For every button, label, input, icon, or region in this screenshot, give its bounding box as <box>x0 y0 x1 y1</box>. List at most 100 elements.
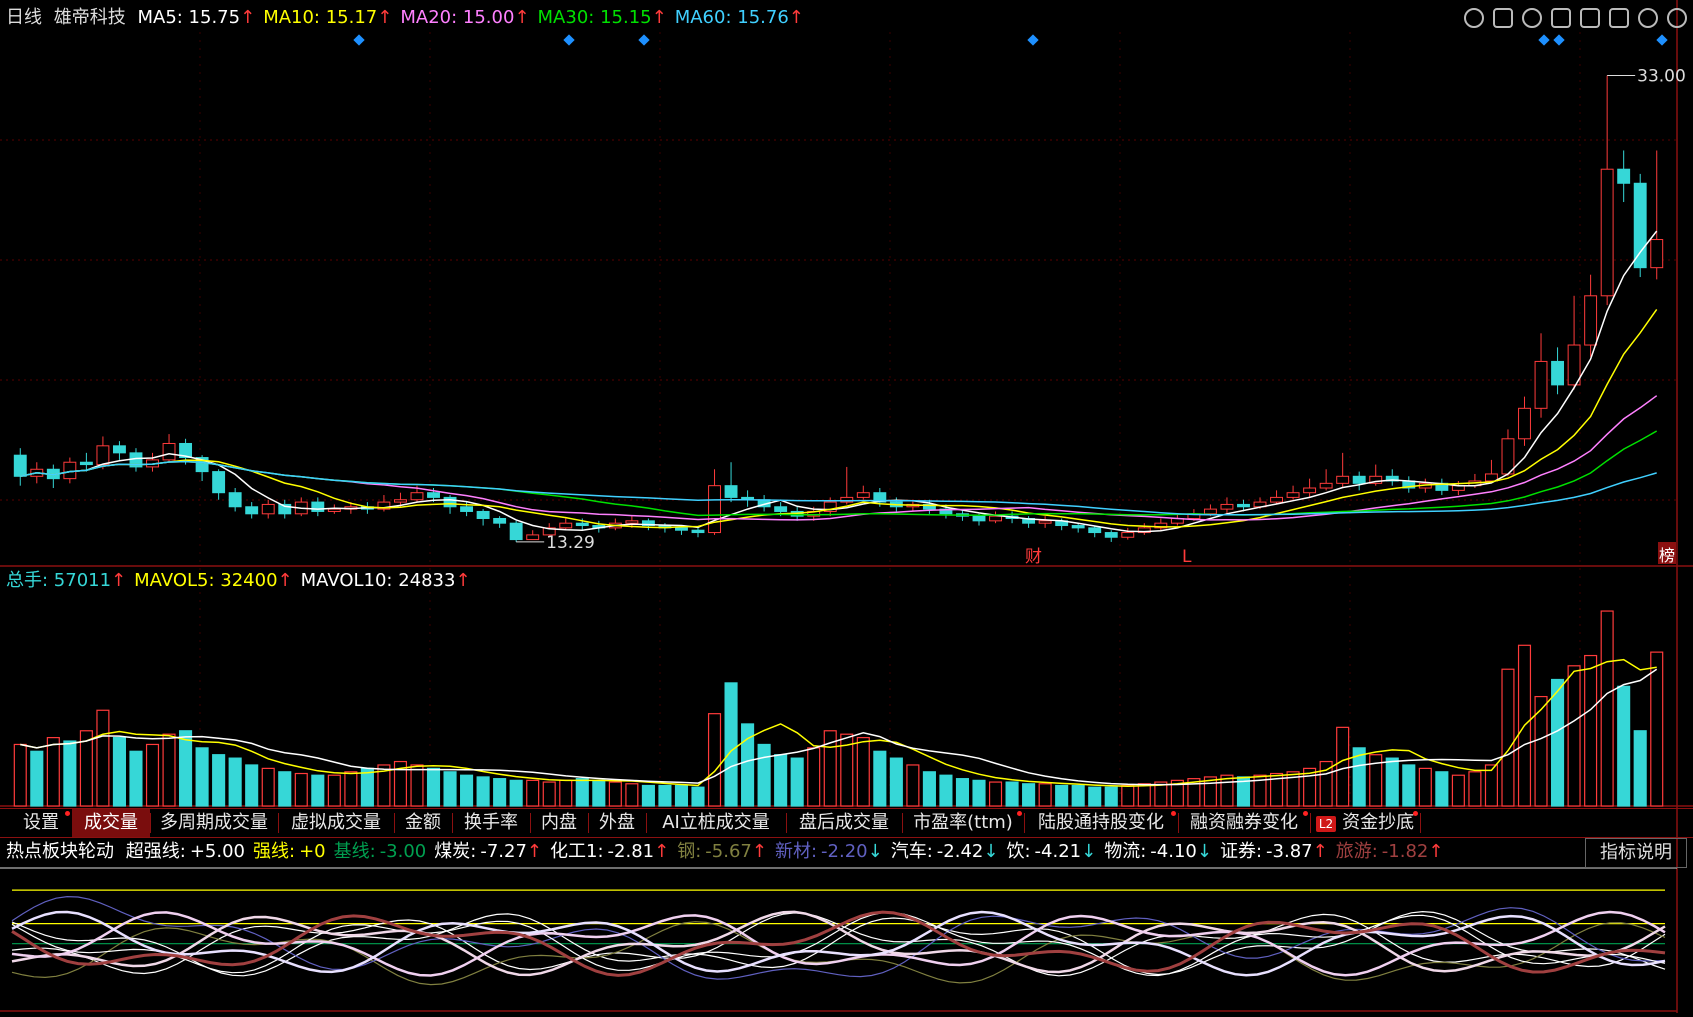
candle-down <box>509 520 523 542</box>
scissors-icon[interactable] <box>1493 8 1513 28</box>
candle-up <box>162 434 176 463</box>
tab-4[interactable]: 金额 <box>394 809 452 837</box>
tab-10[interactable]: 市盈率(ttm) <box>902 809 1024 837</box>
volume-bar-down <box>30 750 44 807</box>
volume-bar-down <box>674 784 689 807</box>
candle-up <box>1154 518 1168 531</box>
zoom-in-icon[interactable] <box>1638 8 1658 28</box>
candle-up <box>526 530 540 541</box>
tab-label: AI立桩成交量 <box>662 812 770 833</box>
indicator-value: -5.67 <box>705 841 752 862</box>
candle-up <box>989 511 1002 524</box>
volume-bar-up <box>96 709 110 807</box>
candle-body <box>774 506 788 512</box>
indicator-value: -4.21 <box>1034 841 1082 862</box>
volume-bar-down <box>757 743 771 807</box>
volume-bar-down <box>1435 771 1449 807</box>
tab-2[interactable]: 多周期成交量 <box>150 809 278 837</box>
tab-label: 成交量 <box>84 812 138 833</box>
tab-5[interactable]: 换手率 <box>452 809 530 837</box>
candle-body <box>476 510 490 519</box>
tab-9[interactable]: 盘后成交量 <box>786 809 902 837</box>
ma-value-ma20: MA20: 15.00 <box>400 7 515 28</box>
volume-bar-down <box>1022 783 1036 807</box>
ma-line-ma10 <box>20 308 1658 529</box>
volume-bar-up <box>856 737 870 807</box>
candle-down <box>1551 347 1565 395</box>
tab-3[interactable]: 虚拟成交量 <box>278 809 394 837</box>
zoom-out-icon[interactable] <box>1667 8 1687 28</box>
volume-bar-down <box>1104 786 1118 807</box>
volume-bar-up <box>1501 668 1515 807</box>
tab-dot-icon <box>1017 811 1022 816</box>
stock-name[interactable]: 雄帝科技 <box>54 7 126 28</box>
indicator-label: 旅游: <box>1335 841 1378 862</box>
indicator-explain-button[interactable]: 指标说明 <box>1585 838 1687 868</box>
tab-8[interactable]: AI立桩成交量 <box>646 809 786 837</box>
candle-body <box>989 515 1002 522</box>
volume-bar-up <box>1567 665 1581 807</box>
volume-bar-down <box>311 774 325 807</box>
tab-0[interactable]: 设置 <box>10 809 72 837</box>
candle-up <box>1137 523 1151 535</box>
volume-bar-down <box>1402 764 1416 807</box>
candle-body <box>460 506 474 512</box>
play-icon[interactable] <box>1522 8 1542 28</box>
tab-dot-icon <box>1413 811 1418 816</box>
indicator-label: 饮: <box>1006 841 1031 862</box>
tab-1[interactable]: 成交量 <box>72 809 150 837</box>
volume-bar-down <box>212 754 226 807</box>
volume-bar-down <box>691 786 705 807</box>
candle-down <box>1633 173 1647 278</box>
candle-up <box>1600 75 1614 306</box>
undo-icon[interactable] <box>1609 8 1629 28</box>
volume-bar-down <box>1617 685 1631 807</box>
indicator-title: 热点板块轮动 <box>6 841 114 862</box>
candle-up <box>1270 490 1283 505</box>
candle-body <box>1650 239 1664 269</box>
up-arrow-icon: ↑ <box>240 7 256 28</box>
indicator-label: 煤炭: <box>434 841 477 862</box>
chart-stage[interactable]: 33.00 13.29 财 L 榜 日线 雄帝科技 MA5: 15.75↑ MA10: 1… <box>0 0 1693 1013</box>
candle-down <box>741 490 755 507</box>
period-label[interactable]: 日线 <box>6 7 42 28</box>
tab-12[interactable]: 融资融券变化 <box>1178 809 1310 837</box>
indicator-value: -7.27 <box>480 841 527 862</box>
tab-label: 内盘 <box>541 812 577 833</box>
candle-body <box>427 492 440 498</box>
tab-dot-icon <box>1171 811 1176 816</box>
tab-label: 盘后成交量 <box>799 812 889 833</box>
candle-down <box>129 448 143 472</box>
eye-icon[interactable] <box>1464 8 1484 28</box>
tab-6[interactable]: 内盘 <box>530 809 588 837</box>
candle-body <box>509 522 523 541</box>
candle-body <box>972 515 986 522</box>
high-price-label: 33.00 <box>1637 66 1686 86</box>
candle-up <box>856 485 870 500</box>
volume-bar-down <box>774 754 788 807</box>
down-arrow-icon: ↓ <box>1081 841 1097 862</box>
hand-icon[interactable] <box>1580 8 1600 28</box>
candle-body <box>79 461 93 466</box>
candle-up <box>1038 516 1052 528</box>
candle-body <box>1501 438 1515 475</box>
event-marker-icon <box>1538 34 1550 46</box>
lock-icon[interactable] <box>1551 8 1571 28</box>
candle-body <box>1104 532 1118 538</box>
volume-bar-up <box>13 743 27 807</box>
tab-11[interactable]: 陆股通持股变化 <box>1024 809 1178 837</box>
indicator-value: -2.42 <box>936 841 984 862</box>
volume-bar-down <box>873 750 887 807</box>
tab-7[interactable]: 外盘 <box>588 809 646 837</box>
candle-body <box>1633 182 1647 269</box>
volume-bar-down <box>1385 757 1399 807</box>
candle-up <box>1584 274 1598 357</box>
candle-body <box>13 454 27 477</box>
tab-13[interactable]: L2 资金抄底 <box>1310 809 1420 837</box>
volume-bar-down <box>278 771 292 807</box>
finance-marker: 财 <box>1025 547 1042 567</box>
volume-bar-up <box>1600 610 1614 807</box>
indicator-label: 基线: <box>333 841 376 862</box>
candle-body <box>1220 503 1234 510</box>
up-arrow-icon: ↑ <box>1428 841 1444 862</box>
